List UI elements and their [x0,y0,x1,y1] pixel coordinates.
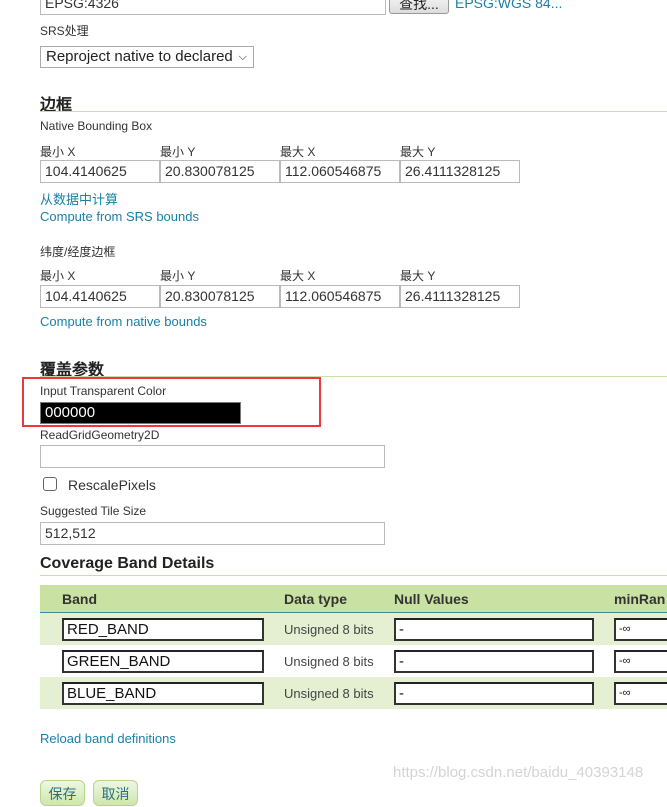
chevron-down-icon: ⌵ [238,51,247,63]
tile-size-input[interactable]: 512,512 [40,522,385,545]
table-row: GREEN_BAND Unsigned 8 bits - -∞ [40,645,667,677]
latlon-miny-label: 最小 Y [160,269,196,283]
srs-handling-label: SRS处理 [40,24,89,38]
band-name-input[interactable]: RED_BAND [62,617,264,641]
srs-handling-select[interactable]: Reproject native to declared ⌵ [40,46,254,68]
read-grid-input[interactable] [40,445,385,468]
compute-from-native-link[interactable]: Compute from native bounds [40,314,207,329]
latlon-maxy-label: 最大 Y [400,269,436,283]
latlon-minx-label: 最小 X [40,269,76,283]
rescale-pixels-checkbox[interactable] [43,477,57,491]
null-values-input[interactable]: - [394,617,594,641]
band-data-type: Unsigned 8 bits [284,645,394,677]
band-table-header: Band Data type Null Values minRan [40,585,667,613]
declared-srs-link[interactable]: EPSG:WGS 84... [455,0,562,11]
find-srs-button[interactable]: 查找... [389,0,449,14]
min-range-input[interactable]: -∞ [614,617,667,641]
latlon-miny-input[interactable]: 20.830078125 [160,285,280,308]
min-range-input[interactable]: -∞ [614,649,667,673]
watermark: https://blog.csdn.net/baidu_40393148 [393,764,644,781]
latlon-maxy-input[interactable]: 26.4111328125 [400,285,520,308]
native-maxy-label: 最大 Y [400,145,436,159]
band-table: Band Data type Null Values minRan RED_BA… [40,585,667,709]
native-maxy-input[interactable]: 26.4111328125 [400,160,520,183]
null-values-input[interactable]: - [394,649,594,673]
compute-from-srs-link[interactable]: Compute from SRS bounds [40,209,199,224]
srs-handling-value: Reproject native to declared [46,48,233,65]
column-header-min-range: minRan [614,585,667,613]
null-values-input[interactable]: - [394,681,594,705]
cancel-button[interactable]: 取消 [93,780,138,806]
column-header-null-values: Null Values [394,585,614,613]
latlon-bbox-label: 纬度/经度边框 [40,245,116,259]
reload-band-definitions-link[interactable]: Reload band definitions [40,731,176,746]
declared-srs-input[interactable]: EPSG:4326 [40,0,386,15]
latlon-minx-input[interactable]: 104.4140625 [40,285,160,308]
band-data-type: Unsigned 8 bits [284,612,394,645]
native-maxx-label: 最大 X [280,145,316,159]
native-minx-input[interactable]: 104.4140625 [40,160,160,183]
native-bbox-label: Native Bounding Box [40,119,153,133]
bounds-divider [40,111,667,112]
band-details-title: Coverage Band Details [40,555,215,572]
latlon-maxx-label: 最大 X [280,269,316,283]
band-name-input[interactable]: BLUE_BAND [62,681,264,705]
save-button[interactable]: 保存 [40,780,85,806]
band-name-input[interactable]: GREEN_BAND [62,649,264,673]
column-header-data-type: Data type [284,585,394,613]
transparent-color-input[interactable]: 000000 [40,402,241,424]
column-header-band: Band [40,585,284,613]
table-row: BLUE_BAND Unsigned 8 bits - -∞ [40,677,667,709]
band-data-type: Unsigned 8 bits [284,677,394,709]
tile-size-label: Suggested Tile Size [40,504,147,518]
latlon-maxx-input[interactable]: 112.060546875 [280,285,400,308]
read-grid-label: ReadGridGeometry2D [40,428,160,442]
transparent-color-label: Input Transparent Color [40,384,167,398]
compute-from-data-link[interactable]: 从数据中计算 [40,189,118,208]
native-miny-input[interactable]: 20.830078125 [160,160,280,183]
min-range-input[interactable]: -∞ [614,681,667,705]
rescale-pixels-label: RescalePixels [68,477,156,493]
native-minx-label: 最小 X [40,145,76,159]
table-row: RED_BAND Unsigned 8 bits - -∞ [40,612,667,645]
native-miny-label: 最小 Y [160,145,196,159]
native-maxx-input[interactable]: 112.060546875 [280,160,400,183]
band-details-divider [40,575,667,576]
